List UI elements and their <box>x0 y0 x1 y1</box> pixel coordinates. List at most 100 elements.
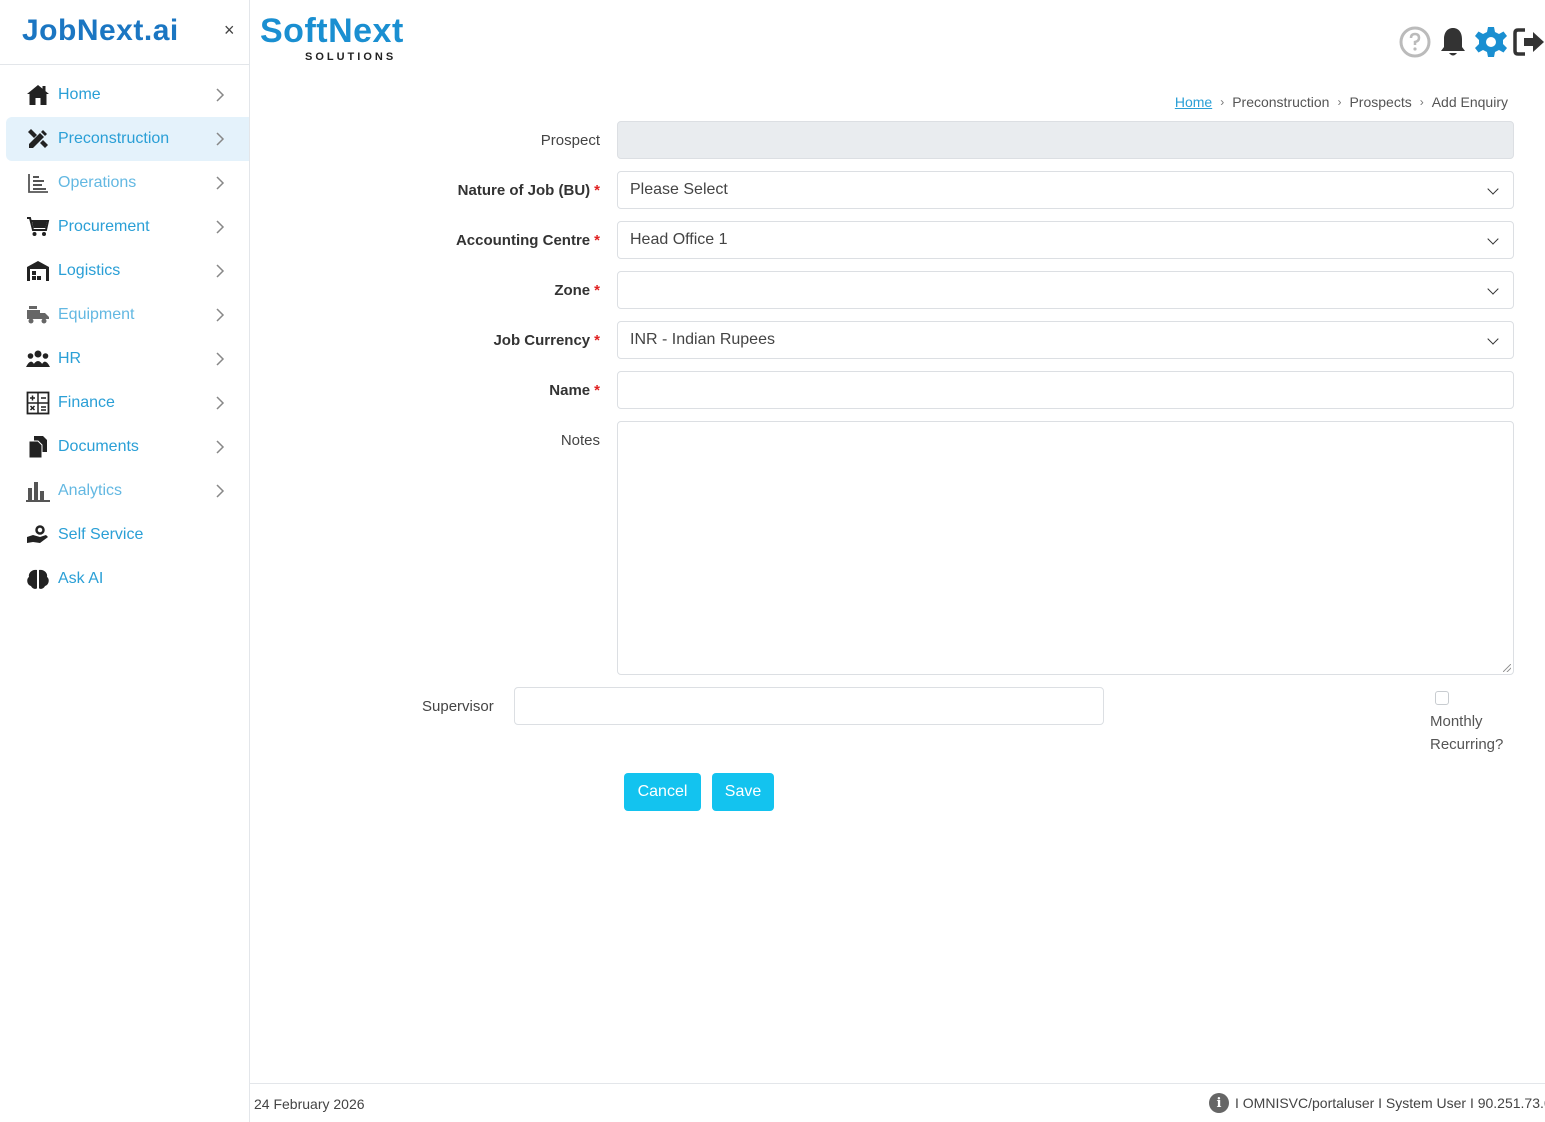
sidebar-item-self-service[interactable]: Self Service <box>6 513 249 557</box>
job-currency-select[interactable]: INR - Indian Rupees <box>617 321 1514 359</box>
cancel-button[interactable]: Cancel <box>624 773 701 811</box>
sidebar-item-preconstruction[interactable]: Preconstruction <box>6 117 249 161</box>
hand-gear-icon <box>26 523 50 547</box>
jobnext-logo[interactable]: JobNext.ai <box>22 14 179 48</box>
chevron-right-icon <box>216 396 225 410</box>
brand-name: JobNext <box>22 14 144 47</box>
zone-select[interactable] <box>617 271 1514 309</box>
breadcrumb: Home › Preconstruction › Prospects › Add… <box>1175 94 1508 110</box>
sidebar-item-finance[interactable]: Finance <box>6 381 249 425</box>
nature-of-job-select[interactable]: Please Select <box>617 171 1514 209</box>
sidebar-header: JobNext.ai × <box>0 0 249 65</box>
sidebar-item-label: Self Service <box>58 526 144 543</box>
prospect-label: Prospect <box>540 132 600 149</box>
footer-user-info: I OMNISVC/portaluser I System User I 90.… <box>1235 1095 1545 1111</box>
required-mark: * <box>594 382 600 399</box>
bell-icon[interactable] <box>1437 26 1469 58</box>
chevron-right-icon <box>216 88 225 102</box>
sidebar-item-label: Preconstruction <box>58 130 170 147</box>
label-text: Zone <box>554 282 591 299</box>
info-icon[interactable]: i <box>1209 1093 1229 1113</box>
breadcrumb-current: Add Enquiry <box>1431 94 1508 110</box>
bar-chart-icon <box>26 479 50 503</box>
sidebar-item-logistics[interactable]: Logistics <box>6 249 249 293</box>
sidebar-item-label: Procurement <box>58 218 150 235</box>
warehouse-icon <box>26 259 50 283</box>
select-value: INR - Indian Rupees <box>630 331 775 348</box>
brain-icon <box>26 567 50 591</box>
people-icon <box>26 347 50 371</box>
chevron-right-icon <box>216 484 225 498</box>
breadcrumb-home-link[interactable]: Home <box>1175 94 1212 110</box>
footer: 24 February 2026 i I OMNISVC/portaluser … <box>250 1083 1545 1122</box>
accounting-centre-select[interactable]: Head Office 1 <box>617 221 1514 259</box>
breadcrumb-preconstruction[interactable]: Preconstruction <box>1232 94 1329 110</box>
chevron-right-icon <box>216 264 225 278</box>
notes-textarea[interactable] <box>617 421 1514 675</box>
chevron-right-icon <box>216 220 225 234</box>
required-mark: * <box>594 282 600 299</box>
logo-main-text: SoftNext <box>260 12 404 50</box>
sidebar-item-label: Home <box>58 86 101 103</box>
accounting-centre-label: Accounting Centre * <box>456 232 600 249</box>
close-sidebar-icon[interactable]: × <box>224 20 235 41</box>
sidebar-item-operations[interactable]: Operations <box>6 161 249 205</box>
prospect-input <box>617 121 1514 159</box>
calculator-icon <box>26 391 50 415</box>
chevron-right-icon <box>216 132 225 146</box>
required-mark: * <box>594 332 600 349</box>
label-text: Nature of Job (BU) <box>457 182 591 199</box>
breadcrumb-separator: › <box>1220 95 1225 109</box>
footer-info: i I OMNISVC/portaluser I System User I 9… <box>1209 1093 1545 1113</box>
sidebar-item-label: Operations <box>58 174 137 191</box>
sidebar-item-label: Ask AI <box>58 570 104 587</box>
monthly-recurring-label: Monthly Recurring? <box>1430 713 1504 753</box>
sidebar-item-label: Logistics <box>58 262 121 279</box>
sidebar-item-hr[interactable]: HR <box>6 337 249 381</box>
help-icon[interactable] <box>1399 26 1431 58</box>
tools-icon <box>26 127 50 151</box>
chevron-right-icon <box>216 176 225 190</box>
job-currency-label: Job Currency * <box>493 332 600 349</box>
logout-icon[interactable] <box>1513 26 1545 58</box>
softnext-logo[interactable]: SoftNext SOLUTIONS <box>260 14 404 63</box>
truck-icon <box>26 303 50 327</box>
sidebar-item-label: Equipment <box>58 306 135 323</box>
sidebar-item-documents[interactable]: Documents <box>6 425 249 469</box>
logo-sub-text: SOLUTIONS <box>305 51 397 63</box>
nature-of-job-label: Nature of Job (BU) * <box>458 182 600 199</box>
sidebar-item-equipment[interactable]: Equipment <box>6 293 249 337</box>
label-text: Name <box>549 382 591 399</box>
topbar: SoftNext SOLUTIONS <box>250 0 1545 75</box>
sidebar-item-label: Documents <box>58 438 139 455</box>
label-text: Job Currency <box>493 332 591 349</box>
sidebar-item-label: Finance <box>58 394 115 411</box>
brand-suffix: .ai <box>143 14 179 47</box>
sidebar-item-analytics[interactable]: Analytics <box>6 469 249 513</box>
name-label: Name * <box>549 382 600 399</box>
supervisor-label: Supervisor <box>422 698 494 715</box>
required-mark: * <box>594 232 600 249</box>
chevron-right-icon <box>216 440 225 454</box>
sidebar-item-ask-ai[interactable]: Ask AI <box>6 557 249 601</box>
cart-icon <box>26 215 50 239</box>
select-value: Head Office 1 <box>630 231 728 248</box>
save-button[interactable]: Save <box>712 773 774 811</box>
monthly-recurring-checkbox[interactable] <box>1435 691 1449 705</box>
footer-date: 24 February 2026 <box>254 1096 365 1112</box>
select-value: Please Select <box>630 181 728 198</box>
sidebar-menu: Home Preconstruction Operations Procurem… <box>0 65 249 601</box>
breadcrumb-separator: › <box>1337 95 1342 109</box>
gear-icon[interactable] <box>1475 26 1507 58</box>
sidebar-item-label: HR <box>58 350 82 367</box>
name-input[interactable] <box>617 371 1514 409</box>
breadcrumb-prospects[interactable]: Prospects <box>1349 94 1411 110</box>
supervisor-input[interactable] <box>514 687 1104 725</box>
sidebar-item-procurement[interactable]: Procurement <box>6 205 249 249</box>
sidebar-item-home[interactable]: Home <box>6 73 249 117</box>
label-text: Accounting Centre <box>455 232 591 249</box>
documents-icon <box>26 435 50 459</box>
chevron-right-icon <box>216 352 225 366</box>
chart-icon <box>26 171 50 195</box>
sidebar: JobNext.ai × Home Preconstruction Operat… <box>0 0 250 1122</box>
